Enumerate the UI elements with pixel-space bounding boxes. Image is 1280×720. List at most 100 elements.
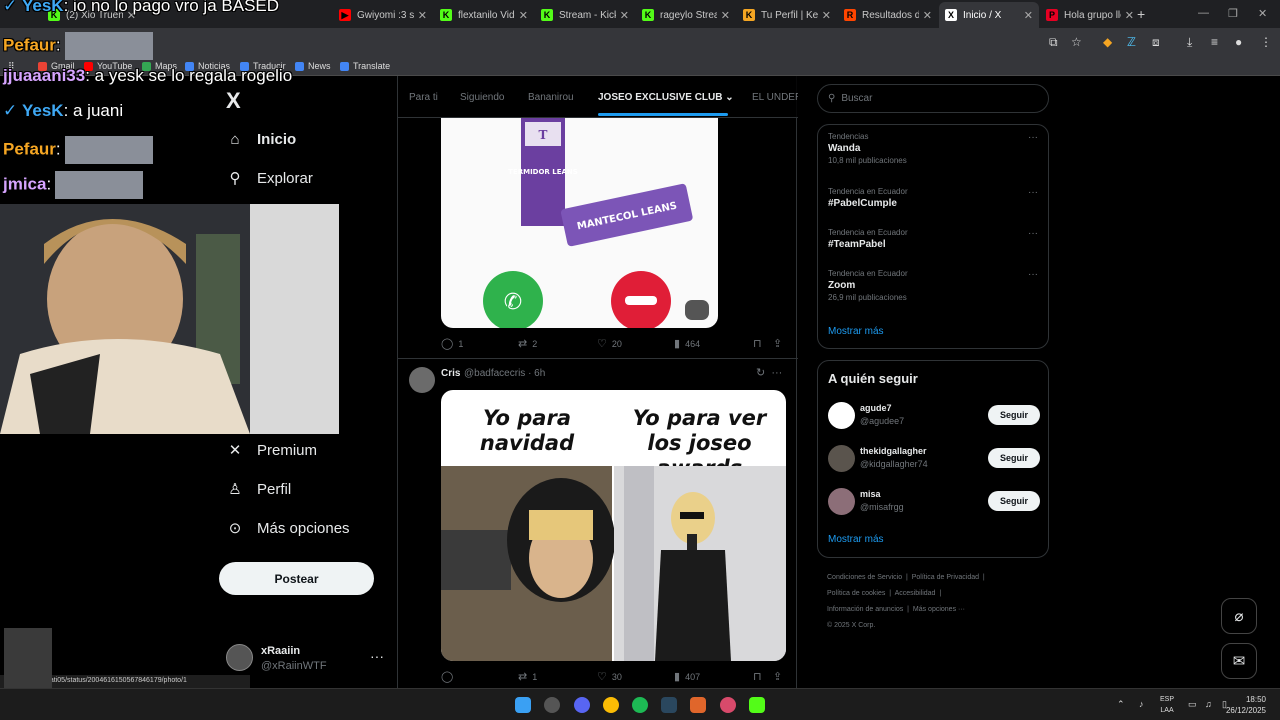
close-tab-icon[interactable]: ✕ bbox=[127, 9, 136, 22]
spotify-icon[interactable] bbox=[632, 697, 648, 713]
avatar[interactable] bbox=[409, 367, 435, 393]
post-menu[interactable]: ↻ ··· bbox=[756, 366, 782, 379]
trend-item[interactable]: Tendencia en Ecuador Zoom 26,9 mil publi… bbox=[828, 269, 1038, 302]
bookmark-star-icon[interactable]: ☆ bbox=[1071, 35, 1082, 49]
like-button[interactable]: ♡ 30 bbox=[597, 670, 622, 683]
views-button[interactable]: ▮ 407 bbox=[674, 670, 700, 683]
account-switcher[interactable]: xRaaiin @xRaiinWTF ··· bbox=[226, 642, 386, 672]
follow-button[interactable]: Seguir bbox=[988, 405, 1040, 425]
browser-tab[interactable]: K (2) Xio Trueno ✕ bbox=[42, 4, 142, 26]
post-image[interactable]: T TERMIDOR LEANS MANTECOL LEANS ✆ bbox=[441, 118, 718, 328]
media-control-icon[interactable]: ≡ bbox=[1211, 35, 1218, 49]
browser-tab[interactable]: K Tu Perfil | Key- ✕ bbox=[737, 4, 837, 26]
apps-grid-icon[interactable]: ⠿ bbox=[8, 61, 15, 72]
follow-suggestion[interactable]: thekidgallagher @kidgallagher74 Seguir bbox=[828, 443, 1040, 473]
bookmark-item[interactable]: News bbox=[295, 61, 331, 71]
follow-button[interactable]: Seguir bbox=[988, 491, 1040, 511]
discord-icon[interactable] bbox=[574, 697, 590, 713]
like-button[interactable]: ♡ 20 bbox=[597, 337, 622, 350]
language-indicator[interactable]: ESP LAA bbox=[1160, 694, 1174, 716]
browser-tab[interactable]: R Resultados de ✕ bbox=[838, 4, 938, 26]
nav-item-perfil[interactable]: ♙ Perfil bbox=[226, 480, 291, 499]
close-tab-icon[interactable]: ✕ bbox=[1125, 9, 1134, 22]
footer-link[interactable]: Política de cookies bbox=[827, 590, 885, 597]
bookmark-item[interactable]: Gmail bbox=[38, 61, 75, 71]
maximize-icon[interactable]: ❐ bbox=[1228, 7, 1238, 20]
app-icon[interactable] bbox=[544, 697, 560, 713]
repost-button[interactable]: ⇄ 2 bbox=[518, 337, 537, 350]
trend-item[interactable]: Tendencias Wanda 10,8 mil publicaciones … bbox=[828, 132, 1038, 165]
nav-item-inicio[interactable]: ⌂ Inicio bbox=[226, 130, 296, 148]
show-more-link[interactable]: Mostrar más bbox=[828, 326, 884, 337]
footer-link[interactable]: Accesibilidad bbox=[895, 590, 936, 597]
tab-joseo-exclusive-club[interactable]: JOSEO EXCLUSIVE CLUB ⌄ bbox=[598, 92, 734, 103]
footer-link[interactable]: Condiciones de Servicio bbox=[827, 574, 902, 581]
follow-suggestion[interactable]: misa @misafrgg Seguir bbox=[828, 486, 1040, 516]
views-button[interactable]: ▮ 464 bbox=[674, 337, 700, 350]
bookmark-button[interactable]: ⊓ bbox=[753, 670, 767, 683]
repost-button[interactable]: ⇄ 1 bbox=[518, 670, 537, 683]
close-tab-icon[interactable]: ✕ bbox=[721, 9, 730, 22]
close-tab-icon[interactable]: ✕ bbox=[620, 9, 629, 22]
browser-tab[interactable]: X Inicio / X ✕ bbox=[939, 2, 1039, 28]
extension-icon[interactable]: ℤ bbox=[1127, 35, 1136, 49]
show-more-link[interactable]: Mostrar más bbox=[828, 534, 884, 545]
minimize-icon[interactable]: — bbox=[1198, 7, 1209, 19]
kick-icon[interactable] bbox=[749, 697, 765, 713]
bookmark-item[interactable]: Noticias bbox=[185, 61, 230, 71]
share-button[interactable]: ⇪ bbox=[773, 337, 787, 350]
close-tab-icon[interactable]: ✕ bbox=[519, 9, 528, 22]
address-bar[interactable]: ⧉ ☆ ◆ ℤ ⧈ ⤓ ≡ ● ⋮ bbox=[0, 28, 1280, 58]
bookmark-item[interactable]: YouTube bbox=[84, 61, 132, 71]
browser-tab[interactable]: Kflextanilo Video ✕ bbox=[434, 4, 534, 26]
extension-icon[interactable]: ◆ bbox=[1103, 35, 1112, 49]
follow-button[interactable]: Seguir bbox=[988, 448, 1040, 468]
new-tab-button[interactable]: + bbox=[1137, 6, 1145, 22]
browser-tab[interactable]: ▶ Gwiyomi :3 subs ✕ bbox=[333, 4, 433, 26]
steam-icon[interactable] bbox=[661, 697, 677, 713]
microphone-icon[interactable]: ♪ bbox=[1139, 699, 1144, 709]
bookmark-button[interactable]: ⊓ bbox=[753, 337, 767, 350]
grok-button[interactable]: ⌀ bbox=[1221, 598, 1257, 634]
post-button[interactable]: Postear bbox=[219, 562, 374, 595]
download-icon[interactable]: ⤓ bbox=[1187, 35, 1192, 50]
reply-button[interactable]: ◯ bbox=[441, 670, 458, 683]
browser-tab[interactable]: P Hola grupo lle ✕ bbox=[1040, 4, 1140, 26]
trend-item[interactable]: Tendencia en Ecuador #PabelCumple ··· bbox=[828, 187, 1038, 209]
tab-bananirou[interactable]: Bananirou bbox=[528, 92, 574, 103]
bookmark-item[interactable]: Maps bbox=[142, 61, 177, 71]
chevron-up-icon[interactable]: ⌃ bbox=[1117, 699, 1125, 710]
footer-link[interactable]: Política de Privacidad bbox=[912, 574, 979, 581]
volume-icon[interactable]: ♫ bbox=[1205, 699, 1212, 709]
tab-siguiendo[interactable]: Siguiendo bbox=[460, 92, 504, 103]
chrome-icon[interactable] bbox=[603, 697, 619, 713]
close-tab-icon[interactable]: ✕ bbox=[822, 9, 831, 22]
trend-item[interactable]: Tendencia en Ecuador #TeamPabel ··· bbox=[828, 228, 1038, 250]
bookmark-item[interactable]: Traducir bbox=[240, 61, 286, 71]
tab-para-ti[interactable]: Para ti bbox=[409, 92, 438, 103]
messages-button[interactable]: ✉ bbox=[1221, 643, 1257, 679]
nav-item-premium[interactable]: ✕ Premium bbox=[226, 441, 317, 460]
post-image[interactable]: Yo para navidad Yo para ver los joseo aw… bbox=[441, 390, 786, 661]
reply-button[interactable]: ◯ 1 bbox=[441, 337, 463, 350]
post-author-handle[interactable]: @badfacecris · 6h bbox=[464, 368, 545, 379]
close-window-icon[interactable]: ✕ bbox=[1258, 7, 1267, 20]
browser-tab[interactable]: Krageylo Stream ✕ bbox=[636, 4, 736, 26]
start-icon[interactable] bbox=[515, 697, 531, 713]
footer-link[interactable]: Información de anuncios bbox=[827, 606, 903, 613]
nav-item-explorar[interactable]: ⚲ Explorar bbox=[226, 169, 313, 188]
install-icon[interactable]: ⧉ bbox=[1049, 35, 1058, 50]
post-author-name[interactable]: Cris bbox=[441, 368, 460, 379]
close-tab-icon[interactable]: ✕ bbox=[923, 9, 932, 22]
browser-tab[interactable]: K Stream - Kick M ✕ bbox=[535, 4, 635, 26]
share-button[interactable]: ⇪ bbox=[773, 670, 787, 683]
follow-suggestion[interactable]: agude7 @agudee7 Seguir bbox=[828, 400, 1040, 430]
close-tab-icon[interactable]: ✕ bbox=[1024, 9, 1033, 22]
search-input[interactable]: ⚲ Buscar bbox=[817, 84, 1049, 113]
footer-link[interactable]: Más opciones ··· bbox=[913, 606, 965, 613]
nav-item-mas-opciones[interactable]: ⊙ Más opciones bbox=[226, 519, 350, 538]
clock[interactable]: 18:50 26/12/2025 bbox=[1226, 694, 1266, 716]
profile-avatar-icon[interactable]: ● bbox=[1235, 35, 1242, 49]
extensions-puzzle-icon[interactable]: ⧈ bbox=[1152, 35, 1160, 50]
app-icon[interactable] bbox=[720, 697, 736, 713]
